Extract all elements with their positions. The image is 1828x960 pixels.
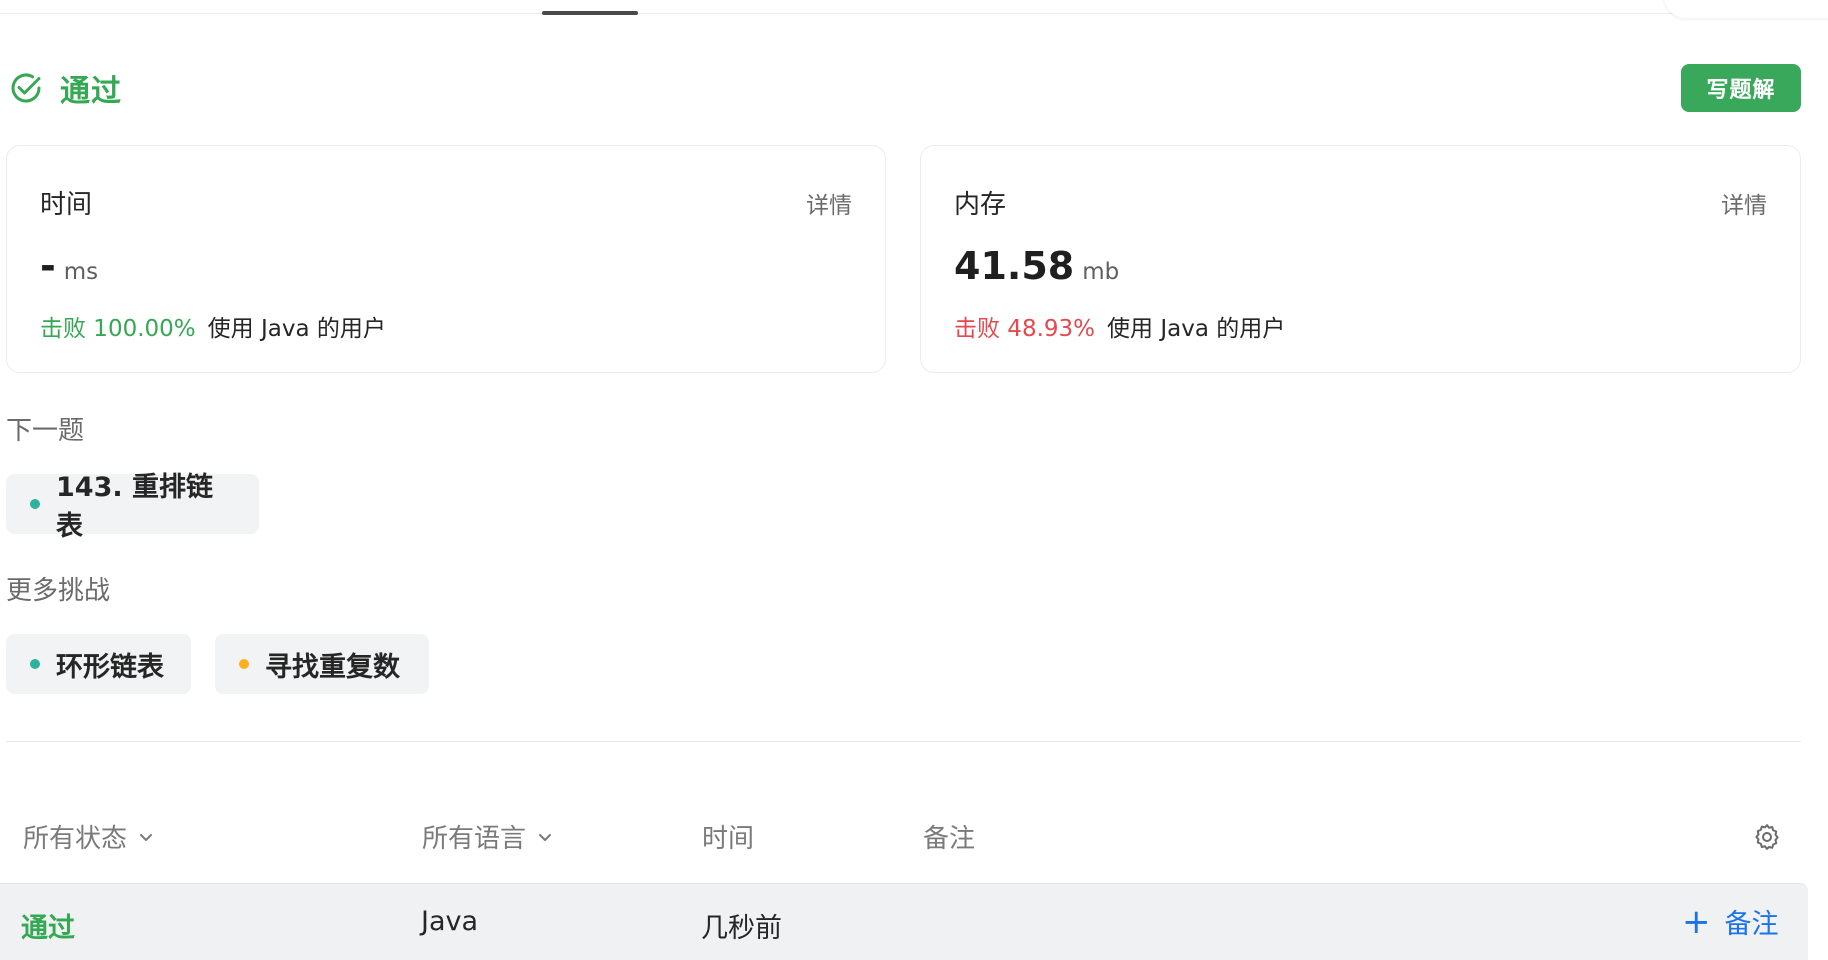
check-circle-icon	[11, 73, 41, 103]
add-note-button[interactable]: + 备注	[1682, 902, 1779, 941]
difficulty-dot-icon	[30, 659, 40, 669]
submission-status[interactable]: 通过	[21, 906, 75, 945]
next-problem-title: 143. 重排链表	[56, 472, 214, 542]
challenge-chip[interactable]: 寻找重复数	[215, 634, 429, 694]
difficulty-dot-icon	[30, 499, 40, 509]
floating-toolbar	[1664, 0, 1828, 18]
section-divider	[6, 741, 1801, 742]
submission-time: 几秒前	[701, 913, 782, 944]
chevron-down-icon	[140, 833, 153, 841]
more-challenges-label: 更多挑战	[6, 576, 111, 606]
runtime-label: 时间	[40, 190, 93, 220]
challenge-chip[interactable]: 环形链表	[6, 634, 191, 694]
next-problem-chip[interactable]: 143. 重排链表	[6, 472, 259, 542]
status-filter-dropdown[interactable]: 所有状态	[23, 818, 155, 855]
gear-icon[interactable]	[1752, 822, 1782, 852]
language-filter-label: 所有语言	[422, 824, 527, 854]
tab-bar-divider	[0, 13, 1828, 14]
write-solution-button[interactable]: 写题解	[1681, 64, 1801, 112]
plus-icon: +	[1682, 901, 1711, 942]
runtime-detail-link[interactable]: 详情	[806, 186, 852, 220]
memory-label: 内存	[954, 190, 1007, 220]
add-note-label: 备注	[1724, 909, 1779, 940]
active-tab-indicator	[542, 11, 638, 15]
runtime-unit: ms	[63, 259, 99, 285]
memory-beat: 击败 48.93% 使用 Java 的用户	[954, 309, 1285, 343]
runtime-beat-percent: 击败 100.00%	[40, 316, 196, 342]
chevron-down-icon	[539, 833, 552, 841]
memory-card: 内存 详情 41.58 mb 击败 48.93% 使用 Java 的用户	[920, 145, 1801, 373]
runtime-beat: 击败 100.00% 使用 Java 的用户	[40, 309, 386, 343]
table-row[interactable]: 通过 Java 几秒前 + 备注	[0, 883, 1808, 960]
status-title: 通过	[60, 74, 122, 109]
challenge-title: 寻找重复数	[265, 651, 400, 683]
next-problem-label: 下一题	[6, 416, 85, 446]
memory-unit: mb	[1082, 259, 1120, 285]
runtime-value-row: - ms	[40, 244, 98, 288]
runtime-value: -	[40, 244, 56, 288]
memory-beat-suffix: 使用 Java 的用户	[1107, 316, 1286, 342]
difficulty-dot-icon	[239, 659, 249, 669]
submission-language: Java	[421, 906, 479, 937]
challenge-title: 环形链表	[56, 651, 164, 683]
language-filter-dropdown[interactable]: 所有语言	[422, 818, 554, 855]
runtime-beat-suffix: 使用 Java 的用户	[207, 316, 386, 342]
memory-beat-percent: 击败 48.93%	[954, 316, 1096, 342]
result-status: 通过	[8, 66, 122, 110]
note-column-header: 备注	[923, 824, 976, 854]
runtime-card: 时间 详情 - ms 击败 100.00% 使用 Java 的用户	[6, 145, 886, 373]
time-column-header: 时间	[702, 824, 755, 854]
memory-detail-link[interactable]: 详情	[1721, 186, 1767, 220]
memory-value: 41.58	[954, 244, 1075, 288]
memory-value-row: 41.58 mb	[954, 244, 1119, 288]
status-filter-label: 所有状态	[23, 824, 128, 854]
